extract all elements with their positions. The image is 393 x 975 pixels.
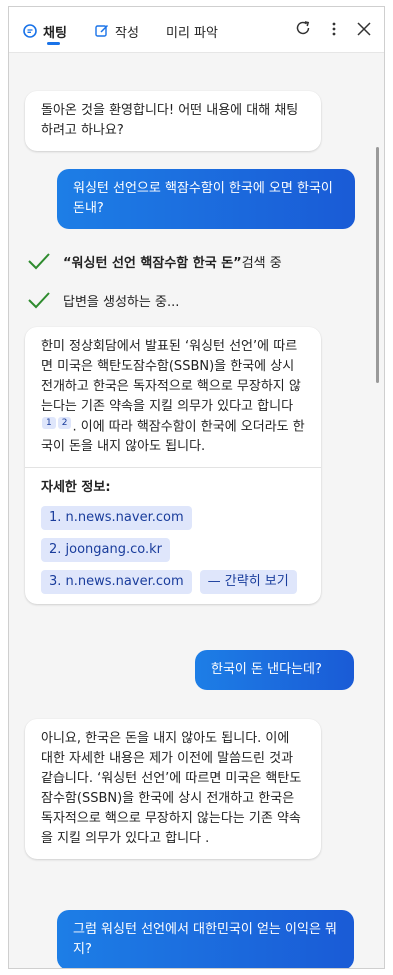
- chat-window: 채팅 작성 미리 파악 돌아온 것을 환영합니다! 어떤 내용에 대해 채팅하려…: [8, 6, 385, 969]
- user-message-text: 워싱턴 선언으로 핵잠수함이 한국에 오면 한국이 돈내?: [73, 181, 333, 216]
- citation-1[interactable]: 1: [42, 417, 56, 429]
- search-suffix: 검색 중: [241, 255, 282, 271]
- bot-message-answer: 한미 정상회담에서 발표된 ‘워싱턴 선언’에 따르면 미국은 핵탄도잠수함(S…: [25, 327, 321, 605]
- source-row: 2. joongang.co.kr: [41, 538, 305, 563]
- source-row: 3. n.news.naver.com — 간략히 보기: [41, 570, 305, 595]
- close-button[interactable]: [354, 20, 374, 40]
- brief-view-button[interactable]: — 간략히 보기: [199, 570, 297, 595]
- source-link-1[interactable]: 1. n.news.naver.com: [41, 506, 192, 531]
- tab-preview[interactable]: 미리 파악: [166, 19, 218, 43]
- answer-text-part1: 한미 정상회담에서 발표된 ‘워싱턴 선언’에 따르면 미국은 핵탄도잠수함(S…: [41, 339, 301, 414]
- bot-message-text: 아니요, 한국은 돈을 내지 않아도 됩니다. 이에 대한 자세한 내용은 제가…: [41, 731, 302, 846]
- answer-body: 한미 정상회담에서 발표된 ‘워싱턴 선언’에 따르면 미국은 핵탄도잠수함(S…: [25, 327, 321, 467]
- top-bar: 채팅 작성 미리 파악: [9, 7, 384, 53]
- details-section: 자세한 정보: 1. n.news.naver.com 2. joongang.…: [25, 468, 321, 604]
- generating-text: 답변을 생성하는 중...: [63, 294, 180, 310]
- search-query: “워싱턴 선언 핵잠수함 한국 돈”: [63, 255, 242, 271]
- details-title: 자세한 정보:: [41, 480, 111, 496]
- checkmark-icon: [27, 289, 51, 311]
- checkmark-icon: [27, 250, 51, 272]
- user-message-text: 그럼 워싱턴 선언에서 대한민국이 얻는 이익은 뭐지?: [73, 922, 337, 957]
- chat-icon: [23, 24, 37, 38]
- refresh-icon: [294, 19, 312, 41]
- search-status: “워싱턴 선언 핵잠수함 한국 돈” 검색 중: [27, 250, 282, 272]
- source-row: 1. n.news.naver.com: [41, 506, 305, 531]
- compose-icon: [95, 24, 109, 38]
- refresh-button[interactable]: [293, 20, 313, 40]
- bot-message-text: 돌아온 것을 환영합니다! 어떤 내용에 대해 채팅하려고 하나요?: [41, 103, 299, 138]
- more-icon: [332, 21, 336, 40]
- tab-compose[interactable]: 작성: [95, 19, 139, 43]
- active-tab-indicator: [47, 42, 60, 45]
- citation-2[interactable]: 2: [57, 417, 72, 429]
- tab-compose-label: 작성: [115, 25, 139, 41]
- scrollbar-thumb[interactable]: [376, 147, 379, 383]
- source-link-3[interactable]: 3. n.news.naver.com: [41, 570, 192, 595]
- generating-status: 답변을 생성하는 중...: [27, 289, 179, 311]
- close-icon: [357, 21, 371, 40]
- answer-text-part2: . 이에 따라 핵잠수함이 한국에 오더라도 한국이 돈을 내지 않아도 됩니다…: [41, 419, 305, 455]
- bot-message-answer-2: 아니요, 한국은 돈을 내지 않아도 됩니다. 이에 대한 자세한 내용은 제가…: [25, 719, 321, 859]
- user-message: 워싱턴 선언으로 핵잠수함이 한국에 오면 한국이 돈내?: [57, 169, 355, 229]
- more-options-button[interactable]: [324, 20, 344, 40]
- tab-chat-label: 채팅: [43, 25, 67, 41]
- tab-chat[interactable]: 채팅: [23, 19, 67, 45]
- source-link-2[interactable]: 2. joongang.co.kr: [41, 538, 171, 563]
- user-message: 한국이 돈 낸다는데?: [195, 650, 354, 690]
- user-message: 그럼 워싱턴 선언에서 대한민국이 얻는 이익은 뭐지?: [57, 910, 354, 968]
- tab-preview-label: 미리 파악: [166, 25, 218, 41]
- user-message-text: 한국이 돈 낸다는데?: [211, 662, 322, 677]
- bot-message-greeting: 돌아온 것을 환영합니다! 어떤 내용에 대해 채팅하려고 하나요?: [25, 91, 321, 151]
